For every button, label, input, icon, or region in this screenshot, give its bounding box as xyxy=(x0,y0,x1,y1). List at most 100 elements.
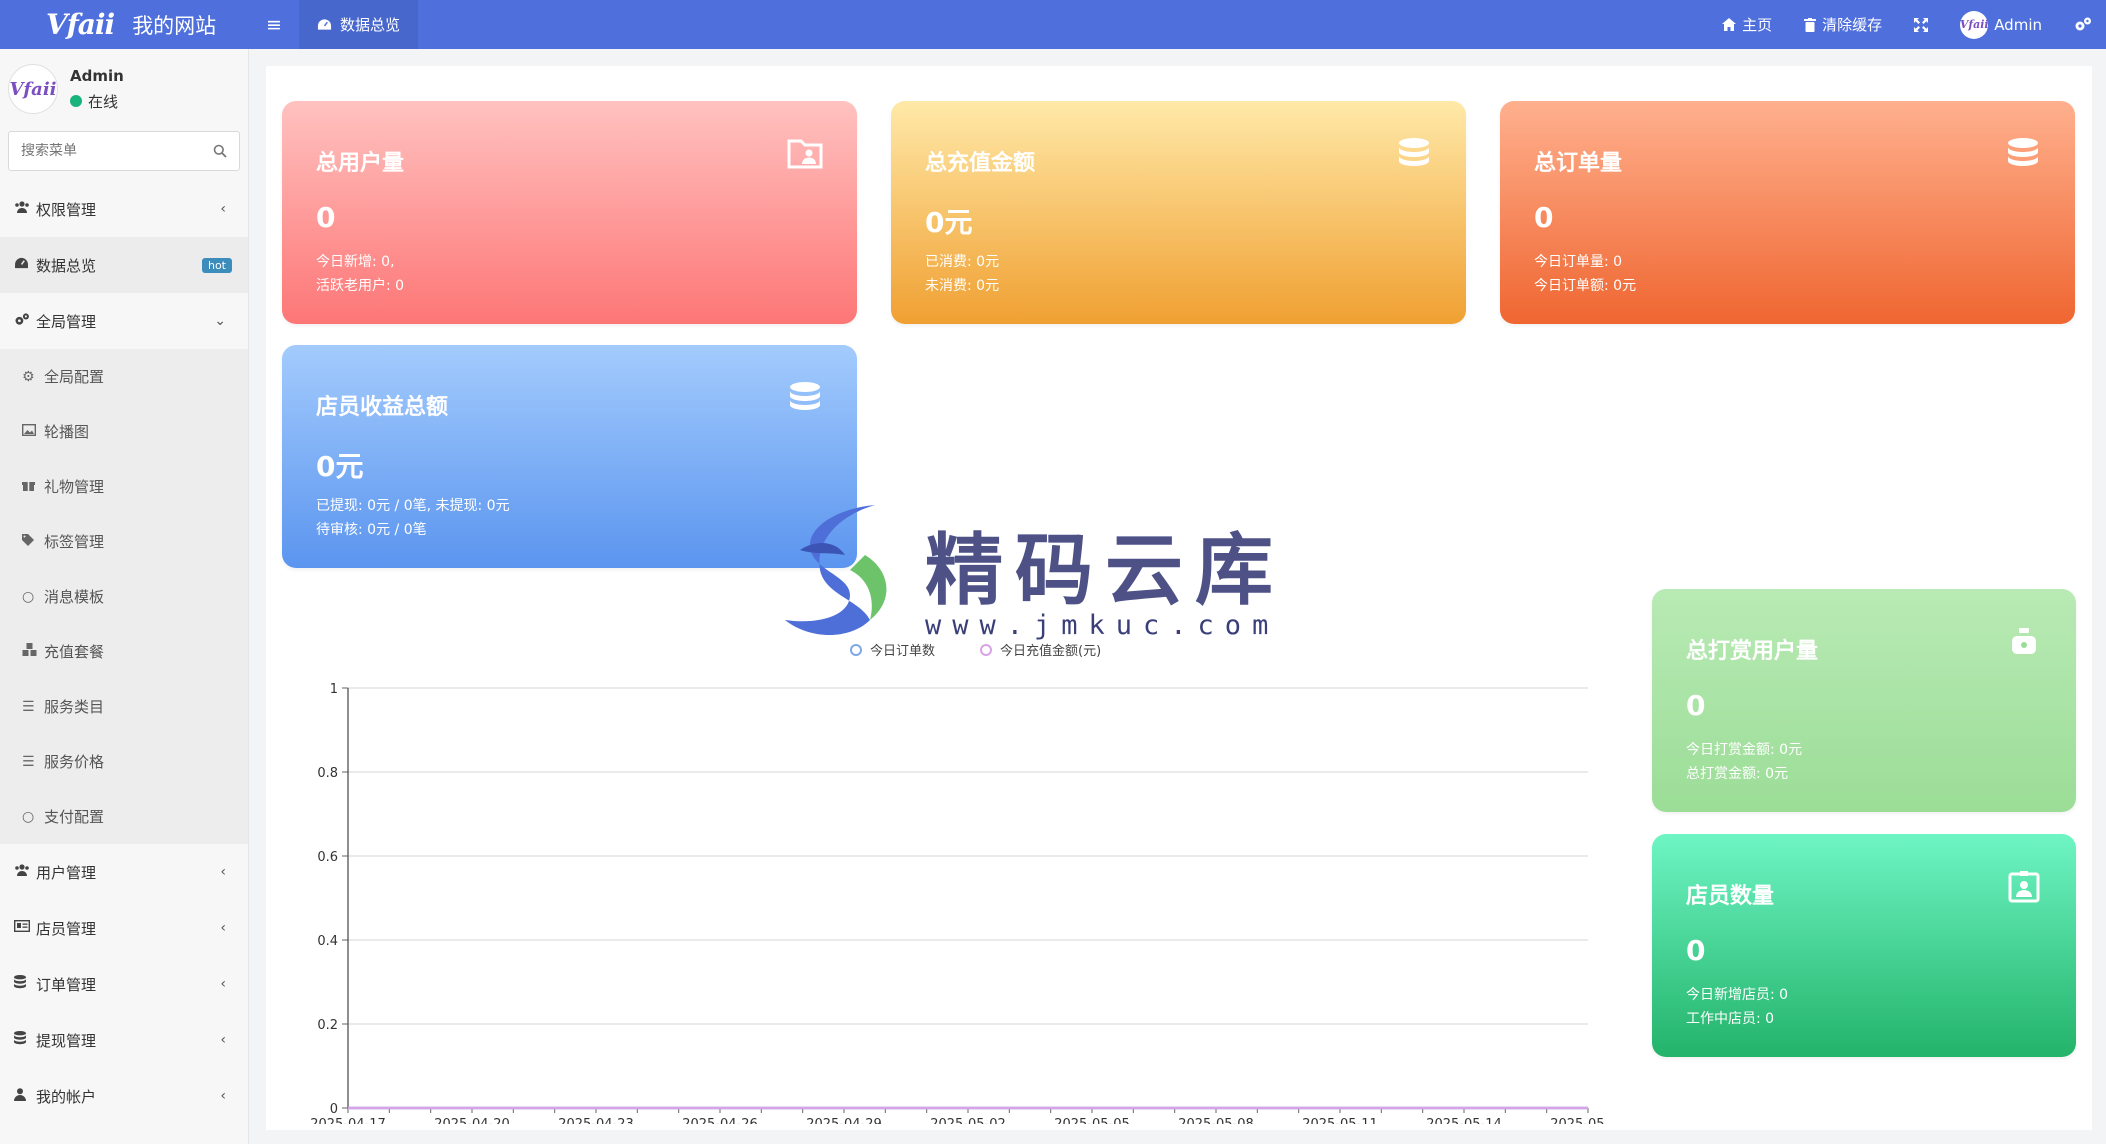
chart-svg: 0 0.2 0.4 0.6 0.8 1 2025-04-17 2025-04-20 2025-0… xyxy=(310,643,1626,1132)
x-tick-label: 2025-05-02 xyxy=(930,1117,1006,1124)
top-navbar: Vfaii 我的网站 ≡ 数据总览 主页 清除缓存 Vfaii Admin xyxy=(0,0,2106,49)
card-value: 0 xyxy=(316,201,336,234)
card-value: 0元 xyxy=(316,450,364,483)
x-tick-label: 2025-05-14 xyxy=(1426,1117,1502,1124)
sidebar-item-carousel[interactable]: 轮播图 xyxy=(0,404,248,459)
sidebar-item-permissions[interactable]: 权限管理 ‹ xyxy=(0,181,248,237)
sidebar-item-label: 服务价格 xyxy=(44,753,105,771)
chevron-left-icon: ‹ xyxy=(220,864,226,880)
settings-button[interactable] xyxy=(2058,0,2106,49)
menu-toggle-button[interactable]: ≡ xyxy=(249,0,299,49)
card-detail: 待审核: 0元 / 0笔 xyxy=(316,522,427,538)
brand[interactable]: Vfaii 我的网站 xyxy=(0,0,249,49)
online-dot-icon xyxy=(70,95,82,107)
sidebar-item-service-prices[interactable]: ☰ 服务价格 xyxy=(0,734,248,789)
sidebar-item-label: 礼物管理 xyxy=(44,478,105,496)
sidebar-item-service-categories[interactable]: ☰ 服务类目 xyxy=(0,679,248,734)
card-title: 总打赏用户量 xyxy=(1686,639,1819,664)
database-icon xyxy=(2008,138,2038,166)
dashboard-icon xyxy=(317,19,332,30)
user-menu[interactable]: Vfaii Admin xyxy=(1944,0,2058,49)
sidebar-item-label: 充值套餐 xyxy=(44,643,105,661)
y-tick-label: 0 xyxy=(330,1102,338,1117)
sidebar-item-label: 订单管理 xyxy=(36,975,97,994)
stat-card-orders: 总订单量 0 今日订单量: 0 今日订单额: 0元 xyxy=(1500,101,2075,324)
sidebar-menu: 权限管理 ‹ 数据总览 hot 全局管理 ⌄ ⚙ 全局配置 轮播图 礼物管理 标… xyxy=(0,181,248,1124)
card-detail: 今日订单额: 0元 xyxy=(1534,278,1637,294)
card-detail: 活跃老用户: 0 xyxy=(316,278,405,294)
legend-marker xyxy=(850,644,862,656)
chevron-left-icon: ‹ xyxy=(220,1032,226,1048)
sidebar-item-label: 全局配置 xyxy=(44,368,105,386)
card-title: 店员数量 xyxy=(1686,884,1775,909)
card-title: 店员收益总额 xyxy=(316,395,449,420)
tags-icon xyxy=(22,533,44,550)
sidebar: Vfaii Admin 在线 权限管理 ‹ 数据总览 hot xyxy=(0,49,249,1144)
chevron-down-icon: ⌄ xyxy=(214,313,226,329)
stat-card-recharge: 总充值金额 0元 已消费: 0元 未消费: 0元 xyxy=(891,101,1466,324)
sidebar-item-message-templates[interactable]: ○ 消息模板 xyxy=(0,569,248,624)
clear-cache-link[interactable]: 清除缓存 xyxy=(1788,0,1898,49)
sidebar-item-label: 我的帐户 xyxy=(36,1087,97,1106)
sidebar-item-my-account[interactable]: 我的帐户 ‹ xyxy=(0,1068,248,1124)
submenu-global: ⚙ 全局配置 轮播图 礼物管理 标签管理 ○ 消息模板 充值套餐 ☰ 服务类目 … xyxy=(0,349,248,844)
y-tick-label: 0.4 xyxy=(317,934,338,949)
search-input[interactable] xyxy=(21,143,201,159)
avatar: Vfaii xyxy=(8,64,58,114)
tab-dashboard[interactable]: 数据总览 xyxy=(299,0,419,49)
sidebar-item-global-config[interactable]: ⚙ 全局配置 xyxy=(0,349,248,404)
sidebar-item-orders[interactable]: 订单管理 ‹ xyxy=(0,956,248,1012)
clear-cache-label: 清除缓存 xyxy=(1822,16,1883,34)
sidebar-item-label: 提现管理 xyxy=(36,1031,97,1050)
users-icon xyxy=(14,864,36,880)
chevron-left-icon: ‹ xyxy=(220,920,226,936)
list-icon: ☰ xyxy=(22,753,35,770)
circle-icon: ○ xyxy=(22,588,35,605)
cubes-icon xyxy=(22,643,44,660)
x-tick-label: 2025-05-17 xyxy=(1550,1117,1606,1124)
sidebar-item-global[interactable]: 全局管理 ⌄ xyxy=(0,293,248,349)
stat-card-staff: 店员数量 0 今日新增店员: 0 工作中店员: 0 xyxy=(1652,834,2076,1057)
home-icon xyxy=(1722,18,1737,31)
sidebar-item-recharge-packages[interactable]: 充值套餐 xyxy=(0,624,248,679)
search-icon[interactable] xyxy=(213,144,227,158)
sidebar-item-dashboard[interactable]: 数据总览 hot xyxy=(0,237,248,293)
card-detail: 已消费: 0元 xyxy=(925,254,1000,270)
id-card-icon xyxy=(13,919,36,936)
gear-icon: ⚙ xyxy=(22,368,35,385)
card-detail: 已提现: 0元 / 0笔, 未提现: 0元 xyxy=(316,498,510,514)
chevron-left-icon: ‹ xyxy=(220,1088,226,1104)
sidebar-item-withdrawals[interactable]: 提现管理 ‹ xyxy=(0,1012,248,1068)
stat-card-tippers: 总打赏用户量 0 今日打赏金额: 0元 总打赏金额: 0元 xyxy=(1652,589,2076,812)
stat-card-users: 总用户量 0 今日新增: 0, 活跃老用户: 0 xyxy=(282,101,857,324)
sidebar-item-users[interactable]: 用户管理 ‹ xyxy=(0,844,248,900)
sidebar-item-label: 全局管理 xyxy=(36,312,97,331)
chevron-left-icon: ‹ xyxy=(220,976,226,992)
home-label: 主页 xyxy=(1742,16,1773,34)
bars-icon: ≡ xyxy=(266,13,282,36)
sidebar-item-payment-config[interactable]: ○ 支付配置 xyxy=(0,789,248,844)
sidebar-item-gifts[interactable]: 礼物管理 xyxy=(0,459,248,514)
main-content: 总用户量 0 今日新增: 0, 活跃老用户: 0 总充值金额 0元 已消费: 0… xyxy=(266,66,2092,1132)
sidebar-item-label: 数据总览 xyxy=(36,256,97,275)
user-panel: Vfaii Admin 在线 xyxy=(0,49,248,129)
users-icon xyxy=(14,201,36,217)
x-tick-label: 2025-04-20 xyxy=(434,1117,510,1124)
cogs-icon xyxy=(2075,17,2091,31)
sidebar-item-tags[interactable]: 标签管理 xyxy=(0,514,248,569)
cogs-icon xyxy=(14,312,36,330)
card-detail: 今日打赏金额: 0元 xyxy=(1686,742,1803,758)
sidebar-item-label: 支付配置 xyxy=(44,808,105,826)
y-tick-label: 0.2 xyxy=(317,1018,338,1033)
database-icon xyxy=(14,1031,36,1049)
fullscreen-button[interactable] xyxy=(1898,0,1944,49)
image-icon xyxy=(21,423,44,440)
sidebar-item-label: 轮播图 xyxy=(44,423,90,441)
home-link[interactable]: 主页 xyxy=(1706,0,1788,49)
x-tick-label: 2025-04-26 xyxy=(682,1117,758,1124)
sidebar-item-label: 标签管理 xyxy=(44,533,105,551)
sidebar-item-staff[interactable]: 店员管理 ‹ xyxy=(0,900,248,956)
card-detail: 总打赏金额: 0元 xyxy=(1686,766,1789,782)
card-value: 0 xyxy=(1686,689,1706,722)
card-value: 0元 xyxy=(925,206,973,239)
